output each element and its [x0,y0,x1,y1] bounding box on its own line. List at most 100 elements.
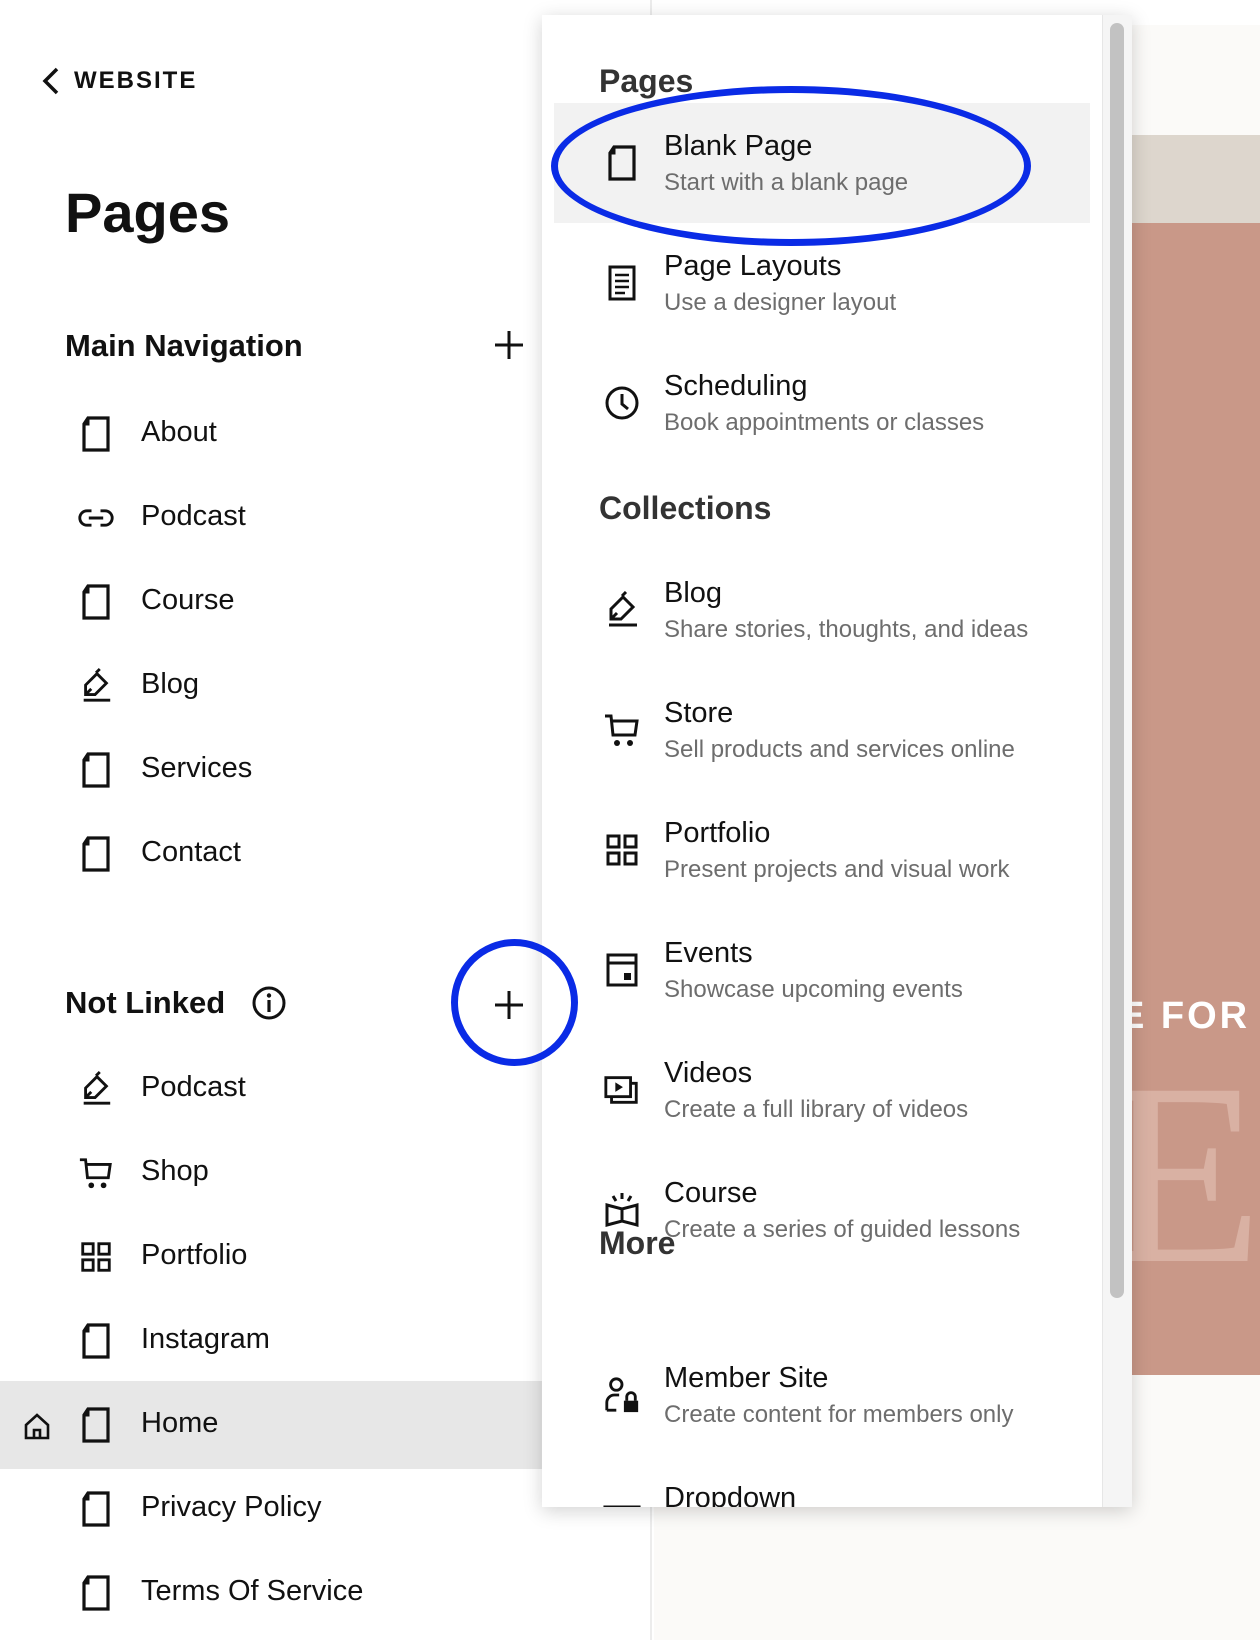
menu-item-description: Present projects and visual work [664,856,1010,883]
menu-item-description: Book appointments or classes [664,409,985,436]
preview-hero-text: E FOR [1119,995,1251,1037]
menu-item-title: Dropdown [664,1482,797,1507]
menu-item-title: Blank Page [664,130,813,162]
nav-item-label: Podcast [141,500,246,532]
menu-item-blank-page[interactable]: Blank Page Start with a blank page [554,103,1090,223]
page-icon [76,834,116,874]
menu-item-events[interactable]: Events Showcase upcoming events [554,910,1090,1030]
nav-item-label: About [141,416,217,448]
main-navigation-heading: Main Navigation [65,328,303,364]
page-editor: E E FOR WEBSITE Pages Main Navigation Ab… [0,0,1260,1640]
menu-item-scheduling[interactable]: Scheduling Book appointments or classes [554,343,1090,463]
layout-icon [602,263,642,303]
link-icon [76,498,116,538]
calendar-icon [602,950,642,990]
not-linked-heading: Not Linked [65,985,287,1021]
not-linked-item-shop[interactable]: Shop [0,1129,542,1217]
page-icon [76,750,116,790]
main-nav-item-podcast[interactable]: Podcast [0,474,542,562]
page-icon [76,1405,116,1445]
main-nav-item-blog[interactable]: Blog [0,642,542,730]
page-icon [76,582,116,622]
menu-item-title: Page Layouts [664,250,842,282]
blog-icon [76,666,116,706]
menu-item-title: Portfolio [664,817,771,849]
menu-item-blog[interactable]: Blog Share stories, thoughts, and ideas [554,550,1090,670]
info-icon[interactable] [251,985,287,1021]
nav-item-label: Contact [141,836,241,868]
menu-item-title: Events [664,937,753,969]
nav-item-label: Podcast [141,1071,246,1103]
add-not-linked-page-button[interactable] [487,983,531,1027]
grid-icon [76,1237,116,1277]
nav-item-label: Course [141,584,235,616]
menu-item-portfolio[interactable]: Portfolio Present projects and visual wor… [554,790,1090,910]
page-icon [76,1321,116,1361]
nav-item-label: Services [141,752,253,784]
menu-item-course[interactable]: Course Create a series of guided lessons [554,1150,1090,1270]
menu-item-description: Showcase upcoming events [664,976,963,1003]
chevron-left-icon [42,67,59,95]
blog-icon [602,590,642,630]
nav-item-label: Home [141,1407,219,1439]
menu-item-description: Create a full library of videos [664,1096,969,1123]
cart-icon [602,710,642,750]
page-icon [76,414,116,454]
page-title: Pages [65,181,230,244]
main-nav-item-about[interactable]: About [0,390,542,478]
menu-item-description: Create content for members only [664,1401,1014,1428]
page-icon [76,1489,116,1529]
grid-icon [602,830,642,870]
not-linked-item-instagram[interactable]: Instagram [0,1297,542,1385]
menu-item-description: Share stories, thoughts, and ideas [664,616,1029,643]
menu-item-title: Store [664,697,734,729]
not-linked-label: Not Linked [65,985,226,1020]
add-page-menu: Pages Collections More Blank Page Start w… [542,15,1132,1507]
member-lock-icon [602,1375,642,1415]
clock-icon [602,383,642,423]
menu-group-collections: Collections [599,490,772,526]
menu-item-title: Member Site [664,1362,829,1394]
scroll-thumb[interactable] [1110,23,1124,1298]
nav-item-label: Shop [141,1155,209,1187]
not-linked-item-portfolio[interactable]: Portfolio [0,1213,542,1301]
menu-item-description: Create a series of guided lessons [664,1216,1021,1243]
menu-item-store[interactable]: Store Sell products and services online [554,670,1090,790]
not-linked-item-privacy-policy[interactable]: Privacy Policy [0,1465,542,1553]
not-linked-item-podcast[interactable]: Podcast [0,1045,542,1133]
nav-item-label: Privacy Policy [141,1491,322,1523]
menu-scrollbar[interactable] [1102,15,1132,1507]
back-to-website-button[interactable]: WEBSITE [40,66,197,96]
menu-group-pages: Pages [599,63,694,99]
nav-item-label: Blog [141,668,200,700]
nav-item-label: Instagram [141,1323,270,1355]
not-linked-item-home[interactable]: Home [0,1381,542,1469]
menu-item-description: Start with a blank page [664,169,909,196]
back-label: WEBSITE [74,67,198,94]
menu-item-dropdown[interactable]: Dropdown [554,1455,1090,1507]
menu-item-title: Blog [664,577,723,609]
main-nav-item-services[interactable]: Services [0,726,542,814]
menu-item-title: Scheduling [664,370,808,402]
home-icon [22,1411,52,1441]
menu-item-page-layouts[interactable]: Page Layouts Use a designer layout [554,223,1090,343]
nav-item-label: Portfolio [141,1239,248,1271]
menu-item-description: Use a designer layout [664,289,897,316]
main-navigation-label: Main Navigation [65,328,303,363]
nav-item-label: Terms Of Service [141,1575,364,1607]
menu-item-title: Videos [664,1057,753,1089]
main-nav-item-course[interactable]: Course [0,558,542,646]
course-icon [602,1190,642,1230]
page-icon [76,1573,116,1613]
not-linked-item-terms-of-service[interactable]: Terms Of Service [0,1549,542,1637]
menu-item-videos[interactable]: Videos Create a full library of videos [554,1030,1090,1150]
page-icon [602,143,642,183]
main-nav-item-contact[interactable]: Contact [0,810,542,898]
plus-icon [495,331,523,359]
blog-icon [76,1069,116,1109]
dropdown-icon [602,1495,642,1507]
menu-item-title: Course [664,1177,758,1209]
menu-item-member-site[interactable]: Member Site Create content for members on… [554,1335,1090,1455]
video-icon [602,1070,642,1110]
add-main-nav-page-button[interactable] [487,323,531,367]
